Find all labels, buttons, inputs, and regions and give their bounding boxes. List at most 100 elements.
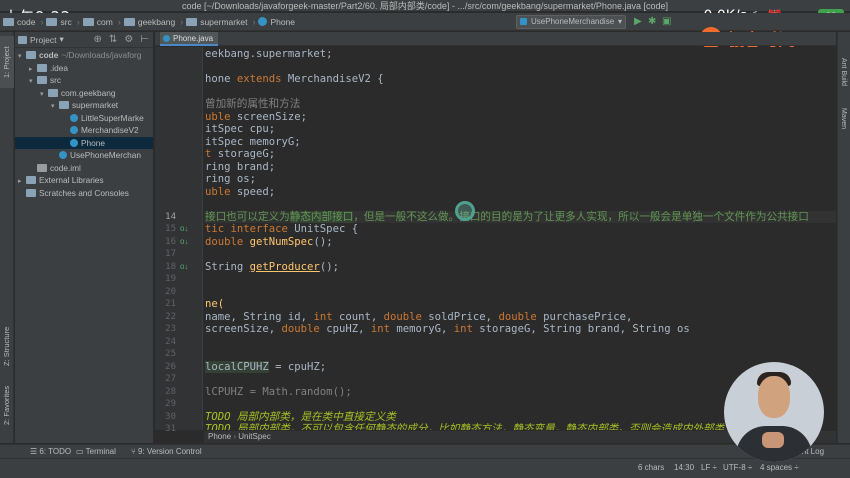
code-token: double [281,323,327,335]
crumb-code[interactable]: code [0,17,40,27]
code-token: TODO 局部内部类，不可以包含任何静态的成分，比如静态方法，静态变量，静态内部… [205,423,725,430]
line-number: 29 [165,399,176,409]
debug-icon[interactable]: ✱ [648,16,656,28]
folder-icon [26,51,36,59]
tree-item[interactable]: UsePhoneMerchan [15,149,153,162]
code-line: uble speed; [205,186,275,199]
run-configuration-select[interactable]: UsePhoneMerchandise ▾ [516,15,626,29]
code-token: double [498,310,544,323]
code-line: 接口也可以定义为静态内部接口，但是一般不这么做。接口的目的是为了让更多人实现，所… [205,210,809,224]
gear-icon[interactable]: ⚙ [124,34,133,45]
crumb-phone[interactable]: Phone [255,17,300,27]
todo-tool-button[interactable]: ☰ 6: TODO [30,445,71,459]
code-token: storageG, String brand, String os [479,323,690,335]
implemented-marker-icon[interactable]: o↓ [180,236,188,249]
right-tool-strip: Ant Build Maven [837,32,850,443]
project-panel-header: Project ▾ ⊕ ⇅ ⚙ ⊢ [15,32,153,48]
line-number: 16 [165,236,176,247]
tree-item[interactable]: Scratches and Consoles [15,187,153,200]
code-line: itSpec memoryG; [205,136,301,149]
code-line: TODO 局部内部类，是在类中直接定义类 [205,411,396,424]
code-token: screenSize; [236,110,308,123]
code-line: lCPUHZ = Math.random(); [205,386,352,399]
code-line: t storageG; [205,148,275,161]
tree-item-label: External Libraries [39,175,104,185]
class-icon [59,151,67,159]
code-token: speed; [236,185,276,198]
tree-item[interactable]: ▾ com.geekbang [15,87,153,100]
favorites-tool-tab[interactable]: 2: Favorites [0,382,14,428]
mouse-cursor-highlight [455,201,475,221]
terminal-tool-button[interactable]: ▭ Terminal [76,445,116,459]
code-line: ring os; [205,173,256,186]
code-token: String [205,260,250,273]
code-token: itSpec cpu; [205,123,276,135]
code-token: storageG; [217,148,276,160]
code-token: count, [338,310,384,323]
structure-tool-tab[interactable]: Z: Structure [0,318,14,374]
tree-item[interactable]: ▸ External Libraries [15,174,153,187]
code-token: int [313,310,339,323]
maven-tool-tab[interactable]: Maven [837,102,850,136]
folder-icon [3,17,14,26]
code-token: ，但是一般不这么做。接口的目的是为了让更多人实现，所以一般会是单独一个文件作为公… [353,210,809,223]
crumb-geekbang[interactable]: geekbang [121,17,180,27]
crumb-src[interactable]: src [43,17,76,27]
chevron-down-icon[interactable]: ▾ [59,34,63,45]
code-token: localCPUHZ [205,360,269,373]
project-panel: Project ▾ ⊕ ⇅ ⚙ ⊢ ▾ code ~/Downloads/javaf… [15,32,154,443]
left-tool-strip: 1: Project Z: Structure 2: Favorites [0,32,14,443]
class-icon [258,17,268,26]
version-control-tool-button[interactable]: ⑂ 9: Version Control [131,445,202,459]
presenter-video [724,362,824,462]
tree-item-label: src [50,75,62,85]
tree-item[interactable]: ▾ src [15,74,153,87]
line-number: 15 [165,224,176,234]
code-line: TODO 局部内部类，不可以包含任何静态的成分，比如静态方法，静态变量，静态内部… [205,423,724,430]
code-token: name, String id, [205,310,314,323]
code-token: UnitSpec { [294,223,359,235]
breadcrumb-unitspec[interactable]: UnitSpec [238,432,270,441]
code-token: cpuHZ, [326,323,371,335]
project-view-select[interactable]: Project [30,35,56,45]
tree-item[interactable]: ▸ .idea [15,62,153,75]
code-token: memoryG, [396,323,454,335]
ant-build-tool-tab[interactable]: Ant Build [837,48,850,96]
code-line: name, String id, int count, double soldP… [205,311,632,324]
code-token: = cpuHZ; [268,360,327,373]
line-number: 17 [165,249,176,259]
locate-icon[interactable]: ⊕ [94,34,102,45]
tree-item[interactable]: ▾ code ~/Downloads/javaforg [15,49,153,62]
code-token: double [383,310,429,323]
line-separator[interactable]: LF ÷ [701,459,717,477]
folder-icon [37,76,47,84]
line-number: 18 [165,261,176,272]
code-line: double getNumSpec(); [205,236,333,249]
line-number: 24 [165,336,176,347]
tree-item[interactable]: MerchandiseV2 [15,124,153,137]
implemented-marker-icon[interactable]: o↓ [180,261,188,274]
crumb-supermarket[interactable]: supermarket [183,17,252,27]
implemented-marker-icon[interactable]: o↓ [180,223,188,236]
tree-item[interactable]: LittleSuperMarke [15,112,153,125]
code-token: MerchandiseV2 { [287,73,384,85]
code-token: soldPrice, [428,310,499,323]
tree-item[interactable]: code.iml [15,162,153,175]
tab-phone-java[interactable]: Phone.java [160,32,218,46]
tree-item-label: code.iml [50,162,81,173]
tree-item[interactable]: ▾ supermarket [15,99,153,112]
crumb-com[interactable]: com [80,17,118,27]
project-tool-tab[interactable]: 1: Project [0,36,14,88]
collapse-icon[interactable]: ⇅ [109,34,117,45]
hide-icon[interactable]: ⊢ [140,34,149,45]
code-token: uble [205,185,237,198]
breadcrumb-phone[interactable]: Phone [208,432,231,441]
tree-item-label: supermarket [72,100,119,110]
code-line: screenSize, double cpuHZ, int memoryG, i… [205,323,690,336]
run-icon[interactable]: ▶ [634,16,642,28]
tree-item[interactable]: Phone [15,136,153,149]
coverage-icon[interactable]: ▣ [662,16,671,28]
caret-position[interactable]: 14:30 [674,459,694,477]
code-line: uble screenSize; [205,111,307,124]
code-token: eekbang.supermarket; [205,48,333,60]
